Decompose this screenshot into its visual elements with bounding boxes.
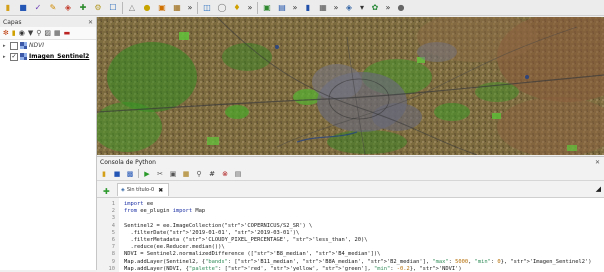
code-text: Map.addLayer(NDVI, {"palette": ["str">'r… xyxy=(124,265,462,272)
expand-all-icon[interactable]: ▨ xyxy=(44,29,51,37)
style-layer-icon[interactable]: ✼ xyxy=(3,29,9,37)
grid-icon[interactable]: ▦ xyxy=(317,2,329,14)
layer-visibility-checkbox[interactable] xyxy=(10,41,18,50)
tab-label: Sin título-0 xyxy=(126,187,155,193)
line-number: 10 xyxy=(108,265,116,272)
zoom-icon[interactable]: ◯ xyxy=(216,2,228,14)
open-folder-icon[interactable]: ▮ xyxy=(99,169,109,179)
code-line[interactable]: 10 Map.addLayer(NDVI, {"palette": ["str">… xyxy=(97,265,604,272)
paste-icon[interactable]: ▦ xyxy=(181,169,191,179)
identify-icon[interactable]: ● xyxy=(141,2,153,14)
console-title-bar: Consola de Python ✕ xyxy=(97,157,604,167)
new-layer-icon[interactable]: ▣ xyxy=(261,2,273,14)
layer-visibility-checkbox[interactable]: ✓ xyxy=(10,52,18,61)
collapse-all-icon[interactable]: ▦ xyxy=(54,29,61,37)
earth-engine-icon[interactable]: ● xyxy=(395,2,407,14)
measure-icon[interactable]: ♦ xyxy=(231,2,243,14)
add-tab-icon[interactable]: ✚ xyxy=(103,187,110,196)
locate-icon[interactable]: ▮ xyxy=(302,2,314,14)
more-icon[interactable]: » xyxy=(291,2,299,14)
layers-panel: Capas ✕ ✼ ▮ ◉ ▼ ⚲ ▨ ▦ ▬ ▸ NDVI ▸ ✓ Image… xyxy=(0,17,97,270)
add-group-icon[interactable]: ▮ xyxy=(12,29,16,37)
expand-arrow-icon[interactable]: ▸ xyxy=(3,43,8,49)
close-icon[interactable]: ✕ xyxy=(88,19,93,26)
open-folder-icon[interactable]: ▮ xyxy=(2,2,14,14)
toolbar-separator xyxy=(122,1,123,14)
more-icon[interactable]: » xyxy=(384,2,392,14)
node-tool-icon[interactable]: ◈ xyxy=(62,2,74,14)
object-inspector-icon[interactable]: ▤ xyxy=(233,169,243,179)
select-icon[interactable]: ☐ xyxy=(107,2,119,14)
console-toolbar: ▮ ■ ▩ ▶ ✂ ▣ ▦ ⚲ # ⊗ ▤ xyxy=(97,167,604,181)
save-icon[interactable]: ■ xyxy=(17,2,29,14)
layer-item-imagen-sentinel2[interactable]: ▸ ✓ Imagen_Sentinel2 xyxy=(0,51,96,62)
toolbar-separator xyxy=(138,169,139,178)
copy-icon[interactable]: ▣ xyxy=(168,169,178,179)
tab-sin-titulo-0[interactable]: ◈ Sin título-0 ✖ xyxy=(117,183,169,196)
pencil-icon[interactable]: ✎ xyxy=(47,2,59,14)
map-tips-icon[interactable]: ◫ xyxy=(201,2,213,14)
move-icon[interactable]: ✚ xyxy=(77,2,89,14)
layers-panel-header: Capas ✕ xyxy=(0,17,96,27)
cut-icon[interactable]: ✂ xyxy=(155,169,165,179)
map-canvas[interactable] xyxy=(97,17,604,155)
code-editor[interactable]: 1 import ee 2 from ee_plugin import Map 3 4 Se… xyxy=(97,197,604,272)
dropdown-icon[interactable]: ▾ xyxy=(358,2,366,14)
console-title: Consola de Python xyxy=(100,158,156,166)
digitize-icon[interactable]: ✓ xyxy=(32,2,44,14)
layers-toolbar: ✼ ▮ ◉ ▼ ⚲ ▨ ▦ ▬ xyxy=(0,27,96,40)
main-toolbar: ▮ ■ ✓ ✎ ◈ ✚ ⚙ ☐ △ ● ▣ ▦ » ◫ ◯ ♦ » ▣ ▤ » … xyxy=(0,0,604,16)
raster-layer-icon xyxy=(20,42,27,49)
remove-layer-icon[interactable]: ▬ xyxy=(64,29,71,37)
comment-icon[interactable]: # xyxy=(207,169,217,179)
filter-icon[interactable]: ▼ xyxy=(28,29,33,37)
more-icon[interactable]: » xyxy=(246,2,254,14)
python-console: Consola de Python ✕ ▮ ■ ▩ ▶ ✂ ▣ ▦ ⚲ # ⊗ … xyxy=(97,156,604,272)
database-icon[interactable]: ▤ xyxy=(276,2,288,14)
more-icon[interactable]: » xyxy=(332,2,340,14)
pan-icon[interactable]: ▣ xyxy=(156,2,168,14)
raster-layer-icon xyxy=(20,53,27,60)
satellite-image xyxy=(97,17,604,155)
layer-name: Imagen_Sentinel2 xyxy=(29,53,90,60)
editor-tab-bar: ✚ ◈ Sin título-0 ✖ ◢ xyxy=(97,183,604,197)
tab-list-icon[interactable]: ◢ xyxy=(596,185,601,193)
expand-icon[interactable]: △ xyxy=(126,2,138,14)
uncomment-icon[interactable]: ⊗ xyxy=(220,169,230,179)
close-tab-icon[interactable]: ✖ xyxy=(158,187,163,194)
plugin-icon[interactable]: ✿ xyxy=(369,2,381,14)
eye-icon[interactable]: ◉ xyxy=(19,29,25,37)
save-icon[interactable]: ■ xyxy=(112,169,122,179)
expand-arrow-icon[interactable]: ▸ xyxy=(3,54,8,60)
layer-icon[interactable]: ▦ xyxy=(171,2,183,14)
more-icon[interactable]: » xyxy=(186,2,194,14)
save-as-icon[interactable]: ▩ xyxy=(125,169,135,179)
find-icon[interactable]: ⚲ xyxy=(194,169,204,179)
python-icon[interactable]: ◈ xyxy=(343,2,355,14)
close-icon[interactable]: ✕ xyxy=(595,159,600,166)
layer-name: NDVI xyxy=(29,42,44,49)
layers-panel-title: Capas xyxy=(3,18,22,26)
python-file-icon: ◈ xyxy=(121,187,125,193)
filter-legend-icon[interactable]: ⚲ xyxy=(36,29,41,37)
toolbar-separator xyxy=(257,1,258,14)
layer-item-ndvi[interactable]: ▸ NDVI xyxy=(0,40,96,51)
style-icon[interactable]: ⚙ xyxy=(92,2,104,14)
run-icon[interactable]: ▶ xyxy=(142,169,152,179)
toolbar-separator xyxy=(197,1,198,14)
